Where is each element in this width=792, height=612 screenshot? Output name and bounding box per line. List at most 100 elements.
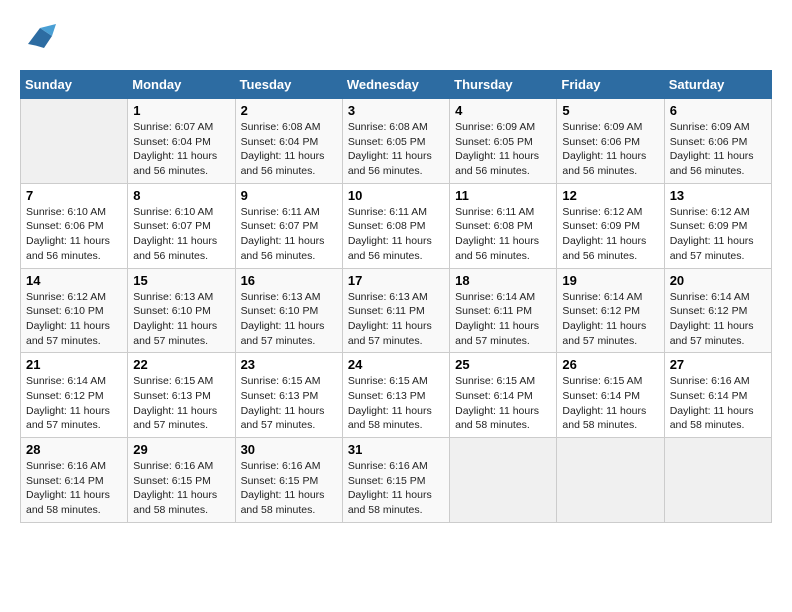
- daylight: Daylight: 11 hours and 58 minutes.: [348, 489, 432, 516]
- day-info: Sunrise: 6:14 AM Sunset: 6:12 PM Dayligh…: [562, 290, 658, 349]
- day-number: 23: [241, 357, 337, 372]
- calendar-cell: 16 Sunrise: 6:13 AM Sunset: 6:10 PM Dayl…: [235, 268, 342, 353]
- sunrise: Sunrise: 6:14 AM: [26, 375, 106, 387]
- sunrise: Sunrise: 6:14 AM: [562, 291, 642, 303]
- sunset: Sunset: 6:08 PM: [455, 220, 533, 232]
- calendar-cell: 25 Sunrise: 6:15 AM Sunset: 6:14 PM Dayl…: [450, 353, 557, 438]
- sunrise: Sunrise: 6:09 AM: [562, 121, 642, 133]
- sunset: Sunset: 6:13 PM: [133, 390, 211, 402]
- calendar-week-5: 28 Sunrise: 6:16 AM Sunset: 6:14 PM Dayl…: [21, 438, 772, 523]
- sunset: Sunset: 6:10 PM: [241, 305, 319, 317]
- sunset: Sunset: 6:15 PM: [241, 475, 319, 487]
- daylight: Daylight: 11 hours and 58 minutes.: [26, 489, 110, 516]
- daylight: Daylight: 11 hours and 56 minutes.: [562, 235, 646, 262]
- calendar-week-3: 14 Sunrise: 6:12 AM Sunset: 6:10 PM Dayl…: [21, 268, 772, 353]
- calendar-cell: [450, 438, 557, 523]
- sunset: Sunset: 6:12 PM: [26, 390, 104, 402]
- header-wednesday: Wednesday: [342, 71, 449, 99]
- calendar-cell: 15 Sunrise: 6:13 AM Sunset: 6:10 PM Dayl…: [128, 268, 235, 353]
- day-number: 22: [133, 357, 229, 372]
- day-number: 6: [670, 103, 766, 118]
- daylight: Daylight: 11 hours and 56 minutes.: [348, 150, 432, 177]
- day-info: Sunrise: 6:16 AM Sunset: 6:14 PM Dayligh…: [670, 374, 766, 433]
- sunrise: Sunrise: 6:11 AM: [348, 206, 427, 218]
- logo-icon: [20, 20, 60, 60]
- sunrise: Sunrise: 6:12 AM: [562, 206, 642, 218]
- sunrise: Sunrise: 6:11 AM: [455, 206, 534, 218]
- sunrise: Sunrise: 6:15 AM: [562, 375, 642, 387]
- daylight: Daylight: 11 hours and 58 minutes.: [562, 405, 646, 432]
- header-friday: Friday: [557, 71, 664, 99]
- calendar-cell: 28 Sunrise: 6:16 AM Sunset: 6:14 PM Dayl…: [21, 438, 128, 523]
- day-number: 10: [348, 188, 444, 203]
- sunset: Sunset: 6:15 PM: [348, 475, 426, 487]
- day-number: 27: [670, 357, 766, 372]
- sunrise: Sunrise: 6:12 AM: [26, 291, 106, 303]
- calendar-table: SundayMondayTuesdayWednesdayThursdayFrid…: [20, 70, 772, 523]
- daylight: Daylight: 11 hours and 56 minutes.: [455, 150, 539, 177]
- sunset: Sunset: 6:12 PM: [670, 305, 748, 317]
- daylight: Daylight: 11 hours and 56 minutes.: [670, 150, 754, 177]
- sunrise: Sunrise: 6:15 AM: [133, 375, 213, 387]
- calendar-cell: 23 Sunrise: 6:15 AM Sunset: 6:13 PM Dayl…: [235, 353, 342, 438]
- day-info: Sunrise: 6:09 AM Sunset: 6:05 PM Dayligh…: [455, 120, 551, 179]
- day-number: 19: [562, 273, 658, 288]
- calendar-cell: 10 Sunrise: 6:11 AM Sunset: 6:08 PM Dayl…: [342, 183, 449, 268]
- sunset: Sunset: 6:06 PM: [26, 220, 104, 232]
- calendar-cell: 31 Sunrise: 6:16 AM Sunset: 6:15 PM Dayl…: [342, 438, 449, 523]
- day-info: Sunrise: 6:13 AM Sunset: 6:11 PM Dayligh…: [348, 290, 444, 349]
- day-number: 25: [455, 357, 551, 372]
- day-info: Sunrise: 6:15 AM Sunset: 6:13 PM Dayligh…: [133, 374, 229, 433]
- daylight: Daylight: 11 hours and 56 minutes.: [562, 150, 646, 177]
- calendar-cell: 6 Sunrise: 6:09 AM Sunset: 6:06 PM Dayli…: [664, 99, 771, 184]
- day-info: Sunrise: 6:15 AM Sunset: 6:14 PM Dayligh…: [562, 374, 658, 433]
- day-info: Sunrise: 6:16 AM Sunset: 6:15 PM Dayligh…: [241, 459, 337, 518]
- calendar-cell: 20 Sunrise: 6:14 AM Sunset: 6:12 PM Dayl…: [664, 268, 771, 353]
- day-info: Sunrise: 6:11 AM Sunset: 6:08 PM Dayligh…: [348, 205, 444, 264]
- sunrise: Sunrise: 6:13 AM: [133, 291, 213, 303]
- sunset: Sunset: 6:08 PM: [348, 220, 426, 232]
- sunset: Sunset: 6:04 PM: [241, 136, 319, 148]
- calendar-cell: 5 Sunrise: 6:09 AM Sunset: 6:06 PM Dayli…: [557, 99, 664, 184]
- sunset: Sunset: 6:10 PM: [26, 305, 104, 317]
- sunrise: Sunrise: 6:16 AM: [348, 460, 428, 472]
- sunrise: Sunrise: 6:14 AM: [455, 291, 535, 303]
- sunrise: Sunrise: 6:14 AM: [670, 291, 750, 303]
- sunset: Sunset: 6:04 PM: [133, 136, 211, 148]
- day-info: Sunrise: 6:11 AM Sunset: 6:08 PM Dayligh…: [455, 205, 551, 264]
- sunset: Sunset: 6:11 PM: [348, 305, 425, 317]
- day-number: 4: [455, 103, 551, 118]
- header-saturday: Saturday: [664, 71, 771, 99]
- day-info: Sunrise: 6:14 AM Sunset: 6:11 PM Dayligh…: [455, 290, 551, 349]
- daylight: Daylight: 11 hours and 57 minutes.: [133, 405, 217, 432]
- daylight: Daylight: 11 hours and 57 minutes.: [348, 320, 432, 347]
- sunrise: Sunrise: 6:15 AM: [455, 375, 535, 387]
- calendar-cell: 24 Sunrise: 6:15 AM Sunset: 6:13 PM Dayl…: [342, 353, 449, 438]
- sunset: Sunset: 6:11 PM: [455, 305, 532, 317]
- day-info: Sunrise: 6:15 AM Sunset: 6:13 PM Dayligh…: [348, 374, 444, 433]
- sunrise: Sunrise: 6:10 AM: [133, 206, 213, 218]
- daylight: Daylight: 11 hours and 56 minutes.: [455, 235, 539, 262]
- sunset: Sunset: 6:06 PM: [670, 136, 748, 148]
- sunrise: Sunrise: 6:15 AM: [241, 375, 321, 387]
- day-info: Sunrise: 6:13 AM Sunset: 6:10 PM Dayligh…: [133, 290, 229, 349]
- day-info: Sunrise: 6:09 AM Sunset: 6:06 PM Dayligh…: [670, 120, 766, 179]
- day-number: 14: [26, 273, 122, 288]
- sunrise: Sunrise: 6:07 AM: [133, 121, 213, 133]
- sunset: Sunset: 6:13 PM: [241, 390, 319, 402]
- calendar-cell: 17 Sunrise: 6:13 AM Sunset: 6:11 PM Dayl…: [342, 268, 449, 353]
- sunset: Sunset: 6:15 PM: [133, 475, 211, 487]
- day-number: 21: [26, 357, 122, 372]
- day-info: Sunrise: 6:10 AM Sunset: 6:06 PM Dayligh…: [26, 205, 122, 264]
- day-number: 1: [133, 103, 229, 118]
- sunset: Sunset: 6:12 PM: [562, 305, 640, 317]
- days-header-row: SundayMondayTuesdayWednesdayThursdayFrid…: [21, 71, 772, 99]
- sunrise: Sunrise: 6:08 AM: [241, 121, 321, 133]
- sunset: Sunset: 6:14 PM: [670, 390, 748, 402]
- calendar-week-1: 1 Sunrise: 6:07 AM Sunset: 6:04 PM Dayli…: [21, 99, 772, 184]
- daylight: Daylight: 11 hours and 56 minutes.: [26, 235, 110, 262]
- calendar-cell: 8 Sunrise: 6:10 AM Sunset: 6:07 PM Dayli…: [128, 183, 235, 268]
- sunset: Sunset: 6:09 PM: [562, 220, 640, 232]
- day-info: Sunrise: 6:16 AM Sunset: 6:15 PM Dayligh…: [348, 459, 444, 518]
- header-sunday: Sunday: [21, 71, 128, 99]
